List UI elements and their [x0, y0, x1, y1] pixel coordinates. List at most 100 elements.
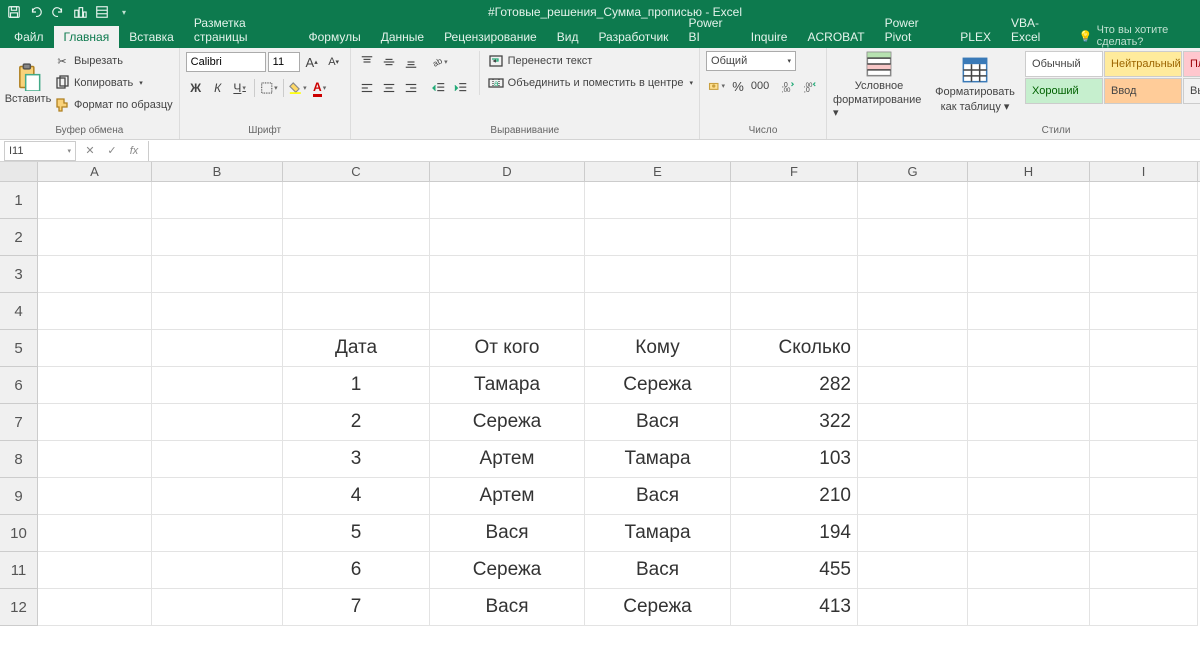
col-header-D[interactable]: D	[430, 162, 585, 181]
cell-H1[interactable]	[968, 182, 1090, 219]
cell-D9[interactable]: Артем	[430, 478, 585, 515]
developer-tab[interactable]: Разработчик	[588, 26, 678, 48]
cell-D11[interactable]: Сережа	[430, 552, 585, 589]
cell-I9[interactable]	[1090, 478, 1198, 515]
cell-B5[interactable]	[152, 330, 283, 367]
paste-button[interactable]: Вставить	[6, 51, 50, 117]
cell-E8[interactable]: Тамара	[585, 441, 731, 478]
cell-H11[interactable]	[968, 552, 1090, 589]
format-as-table-button[interactable]: Форматировать как таблицу ▾	[929, 51, 1021, 117]
increase-decimal-button[interactable]: ,0,00	[778, 76, 798, 96]
col-header-A[interactable]: A	[38, 162, 152, 181]
cell-A12[interactable]	[38, 589, 152, 626]
row-header-6[interactable]: 6	[0, 367, 38, 404]
cell-B12[interactable]	[152, 589, 283, 626]
cell-C5[interactable]: Дата	[283, 330, 430, 367]
style-normal[interactable]: Обычный	[1025, 51, 1103, 77]
cell-B1[interactable]	[152, 182, 283, 219]
save-icon[interactable]	[4, 2, 24, 22]
cell-E1[interactable]	[585, 182, 731, 219]
cell-H12[interactable]	[968, 589, 1090, 626]
conditional-format-button[interactable]: Условное форматирование ▾	[833, 51, 925, 117]
number-format-select[interactable]: Общий▾	[706, 51, 796, 71]
cell-C3[interactable]	[283, 256, 430, 293]
cell-A6[interactable]	[38, 367, 152, 404]
cell-H4[interactable]	[968, 293, 1090, 330]
row-header-12[interactable]: 12	[0, 589, 38, 626]
bold-button[interactable]: Ж	[186, 78, 206, 98]
formula-input[interactable]	[148, 141, 1200, 161]
cell-G5[interactable]	[858, 330, 968, 367]
cell-E7[interactable]: Вася	[585, 404, 731, 441]
cell-I2[interactable]	[1090, 219, 1198, 256]
cell-G11[interactable]	[858, 552, 968, 589]
qat-custom-2-icon[interactable]	[92, 2, 112, 22]
cell-A7[interactable]	[38, 404, 152, 441]
percent-button[interactable]: %	[728, 76, 748, 96]
col-header-E[interactable]: E	[585, 162, 731, 181]
col-header-I[interactable]: I	[1090, 162, 1198, 181]
cancel-edit-button[interactable]: ✕	[80, 142, 100, 160]
align-left-button[interactable]	[357, 78, 377, 98]
cell-A5[interactable]	[38, 330, 152, 367]
cell-A9[interactable]	[38, 478, 152, 515]
col-header-B[interactable]: B	[152, 162, 283, 181]
cell-I10[interactable]	[1090, 515, 1198, 552]
cell-A8[interactable]	[38, 441, 152, 478]
select-all-corner[interactable]	[0, 162, 38, 181]
style-bad[interactable]: Плохой	[1183, 51, 1200, 77]
cell-G10[interactable]	[858, 515, 968, 552]
cell-G8[interactable]	[858, 441, 968, 478]
cell-A3[interactable]	[38, 256, 152, 293]
acrobat-tab[interactable]: ACROBAT	[797, 26, 874, 48]
cell-F12[interactable]: 413	[731, 589, 858, 626]
cell-C2[interactable]	[283, 219, 430, 256]
cell-I11[interactable]	[1090, 552, 1198, 589]
row-header-10[interactable]: 10	[0, 515, 38, 552]
cell-C7[interactable]: 2	[283, 404, 430, 441]
merge-center-button[interactable]: aОбъединить и поместить в центре▾	[488, 73, 693, 93]
cell-E11[interactable]: Вася	[585, 552, 731, 589]
cell-styles-gallery[interactable]: Обычный Нейтральный Плохой Хороший Ввод …	[1025, 51, 1200, 104]
fill-color-button[interactable]	[288, 78, 308, 98]
cell-C6[interactable]: 1	[283, 367, 430, 404]
decrease-decimal-button[interactable]: ,00,0	[800, 76, 820, 96]
cell-F9[interactable]: 210	[731, 478, 858, 515]
cell-B10[interactable]	[152, 515, 283, 552]
format-painter-button[interactable]: Формат по образцу	[54, 95, 173, 115]
cell-F8[interactable]: 103	[731, 441, 858, 478]
review-tab[interactable]: Рецензирование	[434, 26, 547, 48]
cell-B9[interactable]	[152, 478, 283, 515]
powerpivot-tab[interactable]: Power Pivot	[875, 12, 951, 48]
col-header-H[interactable]: H	[968, 162, 1090, 181]
cell-D12[interactable]: Вася	[430, 589, 585, 626]
cut-button[interactable]: ✂Вырезать	[54, 51, 173, 71]
cell-D7[interactable]: Сережа	[430, 404, 585, 441]
fx-button[interactable]: fx	[124, 142, 144, 160]
cell-B11[interactable]	[152, 552, 283, 589]
cell-C12[interactable]: 7	[283, 589, 430, 626]
align-bottom-button[interactable]	[401, 52, 421, 72]
cell-E3[interactable]	[585, 256, 731, 293]
cell-H5[interactable]	[968, 330, 1090, 367]
wrap-text-button[interactable]: Перенести текст	[488, 51, 693, 71]
plex-tab[interactable]: PLEX	[950, 26, 1001, 48]
cell-H3[interactable]	[968, 256, 1090, 293]
inquire-tab[interactable]: Inquire	[741, 26, 798, 48]
row-header-8[interactable]: 8	[0, 441, 38, 478]
comma-button[interactable]: 000	[750, 76, 770, 96]
borders-button[interactable]	[259, 78, 279, 98]
cell-I3[interactable]	[1090, 256, 1198, 293]
cell-E2[interactable]	[585, 219, 731, 256]
cell-H6[interactable]	[968, 367, 1090, 404]
insert-tab[interactable]: Вставка	[119, 26, 184, 48]
cell-I1[interactable]	[1090, 182, 1198, 219]
cell-D6[interactable]: Тамара	[430, 367, 585, 404]
style-output[interactable]: Вывод	[1183, 78, 1200, 104]
cell-F4[interactable]	[731, 293, 858, 330]
cell-F2[interactable]	[731, 219, 858, 256]
cell-A10[interactable]	[38, 515, 152, 552]
style-neutral[interactable]: Нейтральный	[1104, 51, 1182, 77]
font-color-button[interactable]: A	[310, 78, 330, 98]
redo-icon[interactable]	[48, 2, 68, 22]
